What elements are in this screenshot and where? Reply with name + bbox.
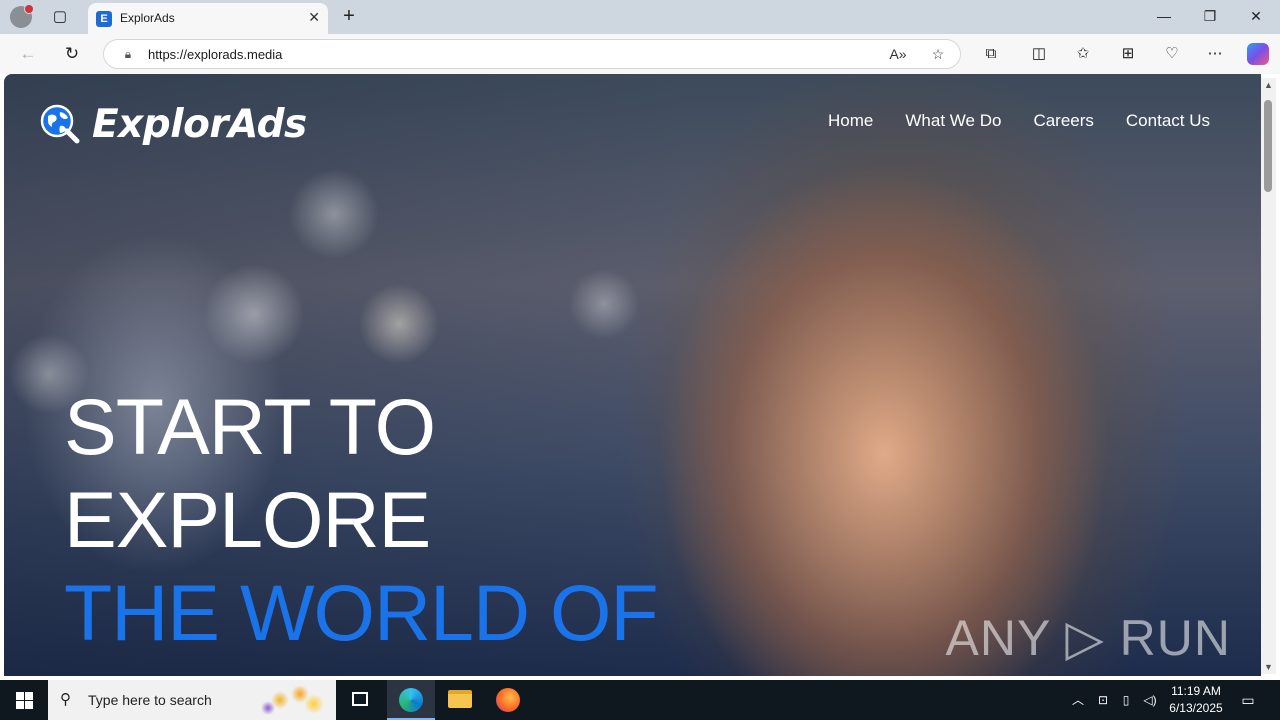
- battery-icon[interactable]: ▯: [1118, 692, 1134, 708]
- page-scrollbar[interactable]: ▲ ▼: [1261, 78, 1276, 674]
- site-navigation: Home What We Do Careers Contact Us: [828, 111, 1210, 131]
- scroll-down-icon[interactable]: ▼: [1264, 662, 1273, 672]
- globe-search-icon: [40, 104, 80, 144]
- scroll-thumb[interactable]: [1264, 100, 1272, 192]
- edge-icon[interactable]: [387, 680, 435, 720]
- volume-icon[interactable]: ◁): [1142, 692, 1158, 708]
- search-highlight-image: [258, 682, 330, 718]
- browser-essentials-icon[interactable]: ♡: [1162, 44, 1182, 64]
- new-tab-icon[interactable]: +: [339, 5, 359, 27]
- network-icon[interactable]: ⊡: [1095, 692, 1111, 708]
- task-view-icon[interactable]: [336, 680, 384, 720]
- notification-icon[interactable]: ▭: [1238, 690, 1258, 710]
- browser-toolbar: ← ↻ 🔒︎ https://explorads.media A» ☆ ⧉ ◫ …: [0, 34, 1280, 74]
- taskbar: ⚲ Type here to search ︿ ⊡ ▯ ◁) 11:19 AM …: [0, 680, 1280, 720]
- scroll-up-icon[interactable]: ▲: [1264, 80, 1273, 90]
- file-explorer-icon[interactable]: [436, 680, 484, 720]
- tab-strip: ▢ E ExplorAds ✕ + — ❐ ✕: [0, 0, 1280, 34]
- back-icon[interactable]: ←: [17, 43, 39, 65]
- profile-icon[interactable]: [10, 4, 34, 28]
- favorites-icon[interactable]: ✩: [1073, 44, 1093, 64]
- copilot-icon[interactable]: [1247, 43, 1269, 65]
- headline-line-2: EXPLORE: [64, 475, 431, 564]
- nav-contact-us[interactable]: Contact Us: [1126, 111, 1210, 131]
- system-clock[interactable]: 11:19 AM 6/13/2025: [1166, 683, 1226, 717]
- collections-icon[interactable]: ⊞: [1118, 44, 1138, 64]
- search-icon: ⚲: [60, 691, 71, 708]
- chevron-up-icon[interactable]: ︿: [1070, 692, 1086, 708]
- hero-headline: START TO EXPLORE THE WORLD OF: [64, 380, 659, 659]
- nav-home[interactable]: Home: [828, 111, 873, 131]
- favicon-icon: E: [96, 11, 112, 27]
- taskbar-search[interactable]: ⚲ Type here to search: [48, 680, 336, 720]
- address-bar[interactable]: 🔒︎ https://explorads.media A» ☆: [103, 39, 961, 69]
- close-icon[interactable]: ✕: [308, 9, 320, 26]
- more-icon[interactable]: ⋯: [1205, 44, 1225, 64]
- favorite-add-icon[interactable]: ☆: [929, 45, 947, 63]
- anyrun-watermark: ANY ▷ RUN: [945, 610, 1231, 666]
- minimize-icon[interactable]: —: [1154, 6, 1174, 26]
- headline-line-3: THE WORLD OF: [64, 568, 659, 657]
- window-close-icon[interactable]: ✕: [1246, 6, 1266, 26]
- restore-icon[interactable]: ❐: [1200, 6, 1220, 26]
- extensions-icon[interactable]: ⧉: [981, 44, 1001, 64]
- windows-start-icon[interactable]: [0, 680, 48, 720]
- nav-careers[interactable]: Careers: [1033, 111, 1093, 131]
- read-aloud-icon[interactable]: A»: [889, 45, 907, 63]
- lock-icon[interactable]: 🔒︎: [120, 46, 136, 62]
- clock-time: 11:19 AM: [1171, 684, 1221, 698]
- headline-line-1: START TO: [64, 382, 436, 471]
- browser-tab[interactable]: E ExplorAds ✕: [88, 3, 328, 34]
- nav-what-we-do[interactable]: What We Do: [905, 111, 1001, 131]
- logo-text: ExplorAds: [92, 102, 307, 147]
- refresh-icon[interactable]: ↻: [61, 43, 83, 65]
- search-input[interactable]: Type here to search: [88, 692, 212, 708]
- split-screen-icon[interactable]: ◫: [1029, 44, 1049, 64]
- tab-actions-icon[interactable]: ▢: [50, 7, 70, 27]
- firefox-icon[interactable]: [484, 680, 532, 720]
- url-text[interactable]: https://explorads.media: [148, 47, 282, 62]
- tab-title: ExplorAds: [120, 11, 175, 25]
- clock-date: 6/13/2025: [1169, 701, 1223, 715]
- page-viewport: ExplorAds Home What We Do Careers Contac…: [4, 74, 1261, 676]
